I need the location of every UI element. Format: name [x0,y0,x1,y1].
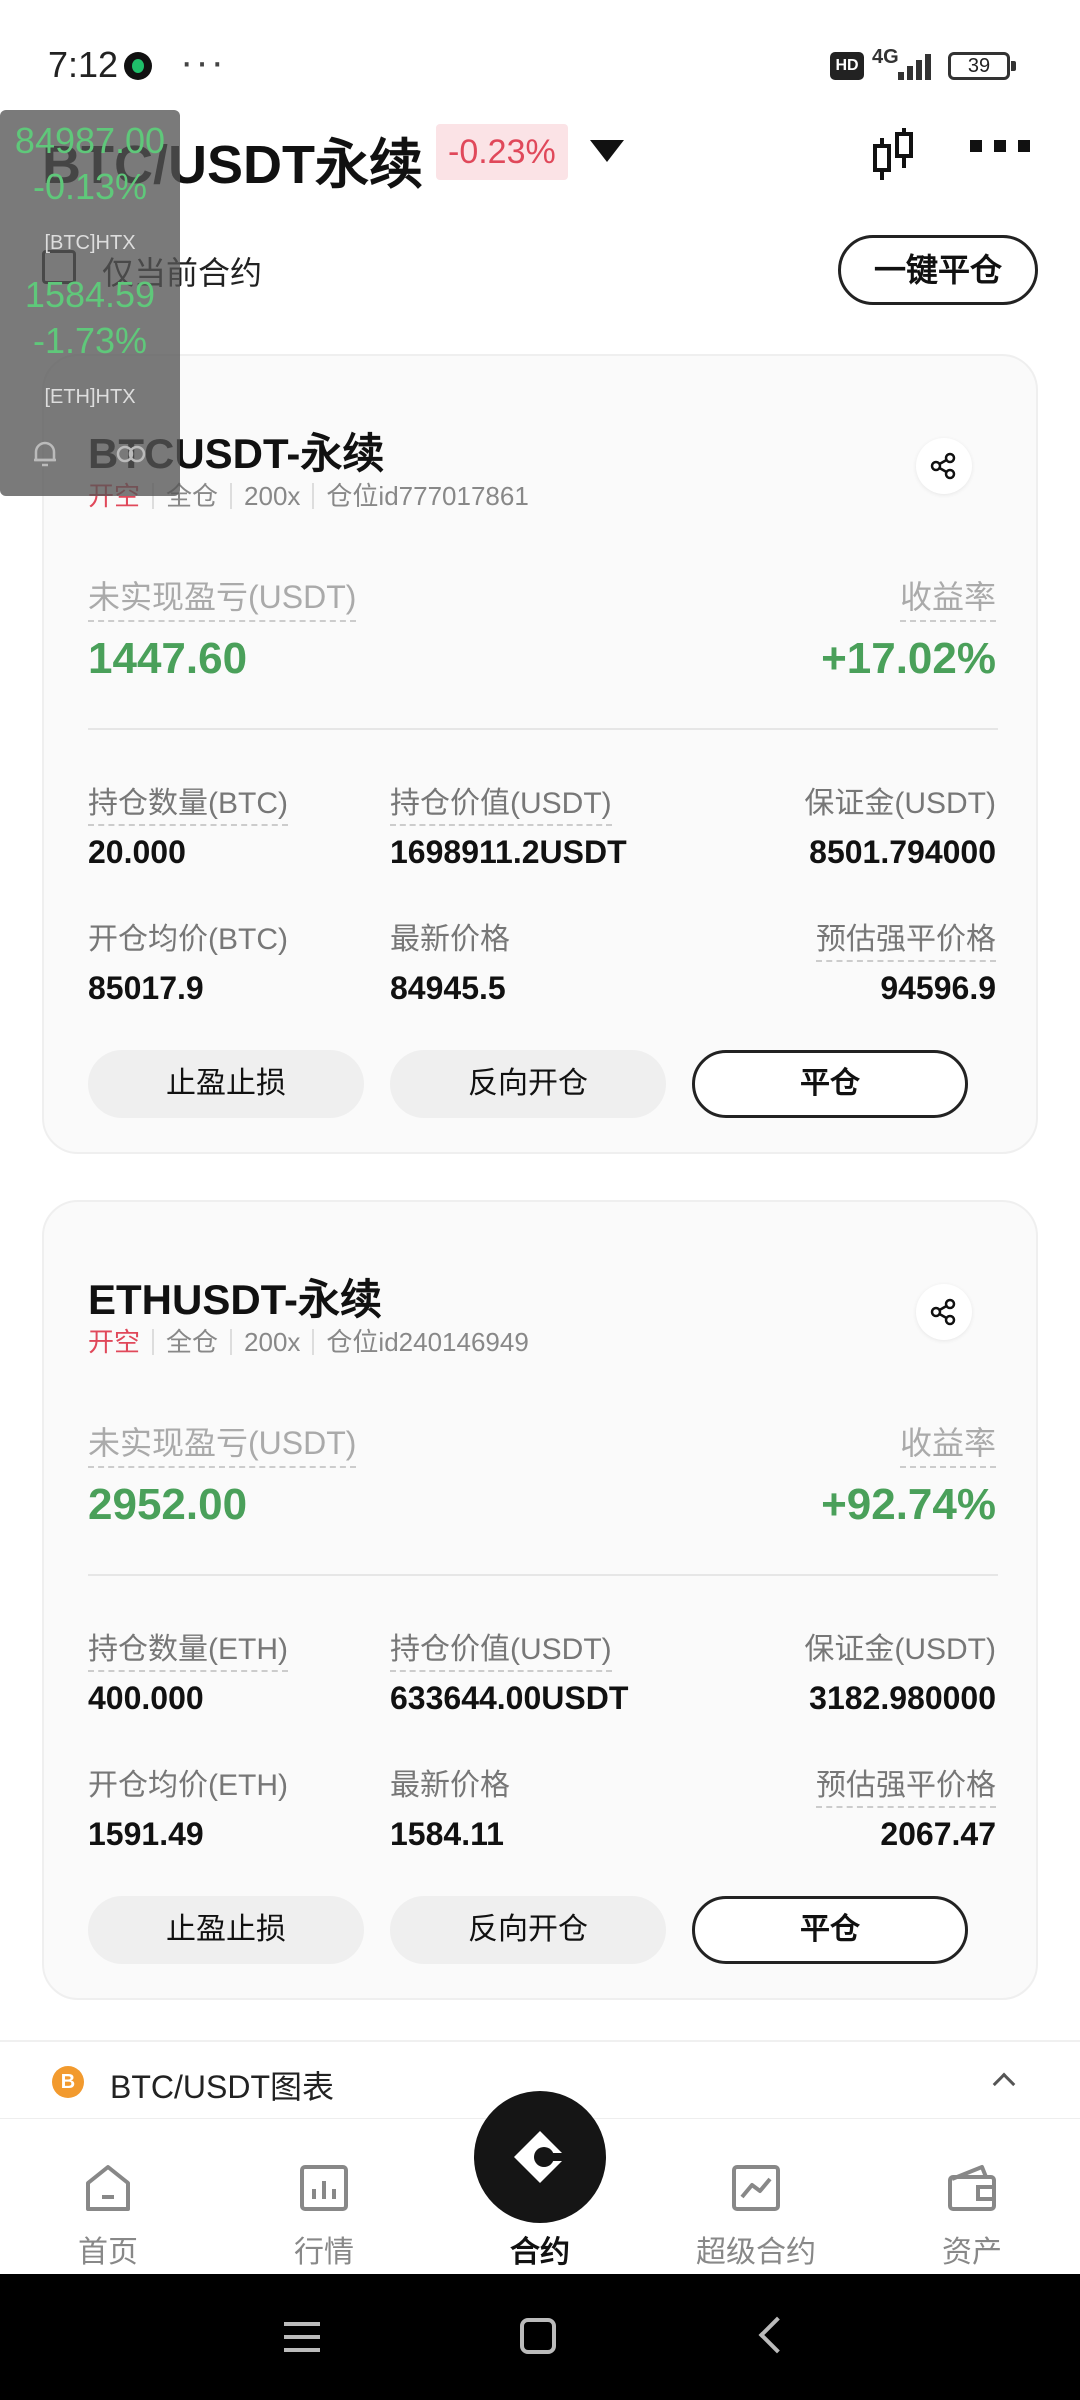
nav-home[interactable]: 首页 [18,2119,198,2275]
position-card-eth: ETHUSDT-永续 开空 全仓 200x 仓位id240146949 未实现盈亏(U… [42,1200,1038,2000]
nav-contract[interactable]: 合约 [450,2091,630,2275]
position-value-label[interactable]: 持仓价值(USDT) [390,1624,612,1672]
more-icon[interactable] [970,140,1030,154]
market-icon [300,2165,348,2211]
wallet-icon [948,2165,996,2211]
entry-price-label: 开仓均价(ETH) [88,1769,288,1802]
last-price-value: 1584.11 [390,1816,504,1852]
last-price-value: 84945.5 [390,970,506,1006]
unrealized-pnl-value: 2952.00 [88,1480,248,1529]
unrealized-pnl-label[interactable]: 未实现盈亏(USDT) [88,572,357,622]
margin-label: 保证金(USDT) [804,1633,996,1666]
leverage: 200x [244,1327,301,1357]
hd-icon: HD [830,52,864,80]
margin-value: 8501.794000 [809,834,996,870]
entry-price-label: 开仓均价(BTC) [88,923,288,956]
position-qty-value: 20.000 [88,834,186,870]
roe-value: +17.02% [821,634,996,683]
position-card-btc: BTCUSDT-永续 开空 全仓 200x 仓位id777017861 未实现盈亏(U… [42,354,1038,1154]
reverse-open-button[interactable]: 反向开仓 [390,1050,666,1118]
caret-down-icon[interactable] [590,140,624,162]
price-change-badge: -0.23% [436,124,568,180]
network-type: 4G [872,46,899,68]
home-square-icon[interactable] [520,2318,556,2354]
tp-sl-button[interactable]: 止盈止损 [88,1896,364,1964]
position-symbol: ETHUSDT-永续 [88,1276,383,1323]
last-price-label: 最新价格 [390,1769,510,1802]
close-position-button[interactable]: 平仓 [692,1896,968,1964]
share-icon [930,452,956,480]
contract-icon [514,2131,568,2183]
liquidation-price-label[interactable]: 预估强平价格 [816,1760,996,1808]
contract-center-button[interactable] [474,2091,606,2223]
back-icon[interactable] [758,2316,796,2354]
share-button[interactable] [916,1284,972,1340]
menu-icon[interactable] [284,2322,320,2352]
nav-label: 首页 [78,2236,138,2269]
close-all-button[interactable]: 一键平仓 [838,235,1038,305]
position-value-label[interactable]: 持仓价值(USDT) [390,778,612,826]
chart-line-icon [732,2165,780,2211]
floating-price-ticker[interactable]: 84987.00 -0.13% [BTC]HTX 1584.59 -1.73% … [0,110,180,496]
battery-icon: 39 [948,52,1016,80]
bell-icon[interactable] [32,440,58,468]
candlestick-chart-icon[interactable] [870,124,916,186]
roe-label[interactable]: 收益率 [899,572,996,622]
position-qty-value: 400.000 [88,1680,204,1716]
last-price-label: 最新价格 [390,923,510,956]
position-side: 开空 [88,1327,141,1357]
position-id: 仓位id777017861 [326,481,529,511]
margin-value: 3182.980000 [809,1680,996,1716]
liquidation-price-value: 2067.47 [880,1816,996,1852]
nav-label: 资产 [942,2236,1002,2269]
nav-super-contract[interactable]: 超级合约 [666,2119,846,2275]
unrealized-pnl-label[interactable]: 未实现盈亏(USDT) [88,1418,357,1468]
eth-ticker-price: 1584.59 [24,274,156,315]
btc-coin-icon: B [52,2066,84,2098]
nav-label: 合约 [510,2236,570,2269]
position-qty-label[interactable]: 持仓数量(BTC) [88,778,288,826]
share-button[interactable] [916,438,972,494]
bottom-nav: 首页 行情 合约 超级合约 资产 [0,2091,1080,2275]
eth-ticker-label: [ETH]HTX [44,386,136,408]
divider [88,728,998,730]
unrealized-pnl-value: 1447.60 [88,634,248,683]
nav-assets[interactable]: 资产 [882,2119,1062,2275]
position-value-value: 633644.00USDT [390,1680,629,1716]
roe-value: +92.74% [821,1480,996,1529]
home-icon [86,2165,130,2211]
eth-ticker-change: -1.73% [32,320,148,361]
btc-ticker-price: 84987.00 [14,120,166,161]
chevron-up-icon[interactable] [992,2072,1016,2096]
nav-label: 超级合约 [696,2236,816,2269]
tp-sl-button[interactable]: 止盈止损 [88,1050,364,1118]
chart-section-title: BTC/USDT图表 [110,2069,335,2105]
position-tags: 开空 全仓 200x 仓位id240146949 [88,1322,529,1359]
notification-app-icon [124,52,152,80]
system-nav-bar [0,2274,1080,2400]
entry-price-value: 1591.49 [88,1816,204,1852]
signal-icon [898,50,938,80]
roe-label[interactable]: 收益率 [899,1418,996,1468]
position-value-value: 1698911.2USDT [390,834,627,870]
margin-mode: 全仓 [166,1327,219,1357]
close-position-button[interactable]: 平仓 [692,1050,968,1118]
share-icon [930,1298,956,1326]
margin-label: 保证金(USDT) [804,787,996,820]
nav-market[interactable]: 行情 [234,2119,414,2275]
position-qty-label[interactable]: 持仓数量(ETH) [88,1624,288,1672]
link-icon[interactable] [116,444,146,464]
divider [88,1574,998,1576]
btc-ticker-change: -0.13% [32,166,148,207]
reverse-open-button[interactable]: 反向开仓 [390,1896,666,1964]
leverage: 200x [244,481,301,511]
position-id: 仓位id240146949 [326,1327,529,1357]
status-more-dots: ··· [180,40,226,84]
liquidation-price-label[interactable]: 预估强平价格 [816,914,996,962]
nav-label: 行情 [294,2236,354,2269]
liquidation-price-value: 94596.9 [880,970,996,1006]
status-time: 7:12 [48,44,119,85]
entry-price-value: 85017.9 [88,970,204,1006]
btc-ticker-label: [BTC]HTX [44,232,136,254]
